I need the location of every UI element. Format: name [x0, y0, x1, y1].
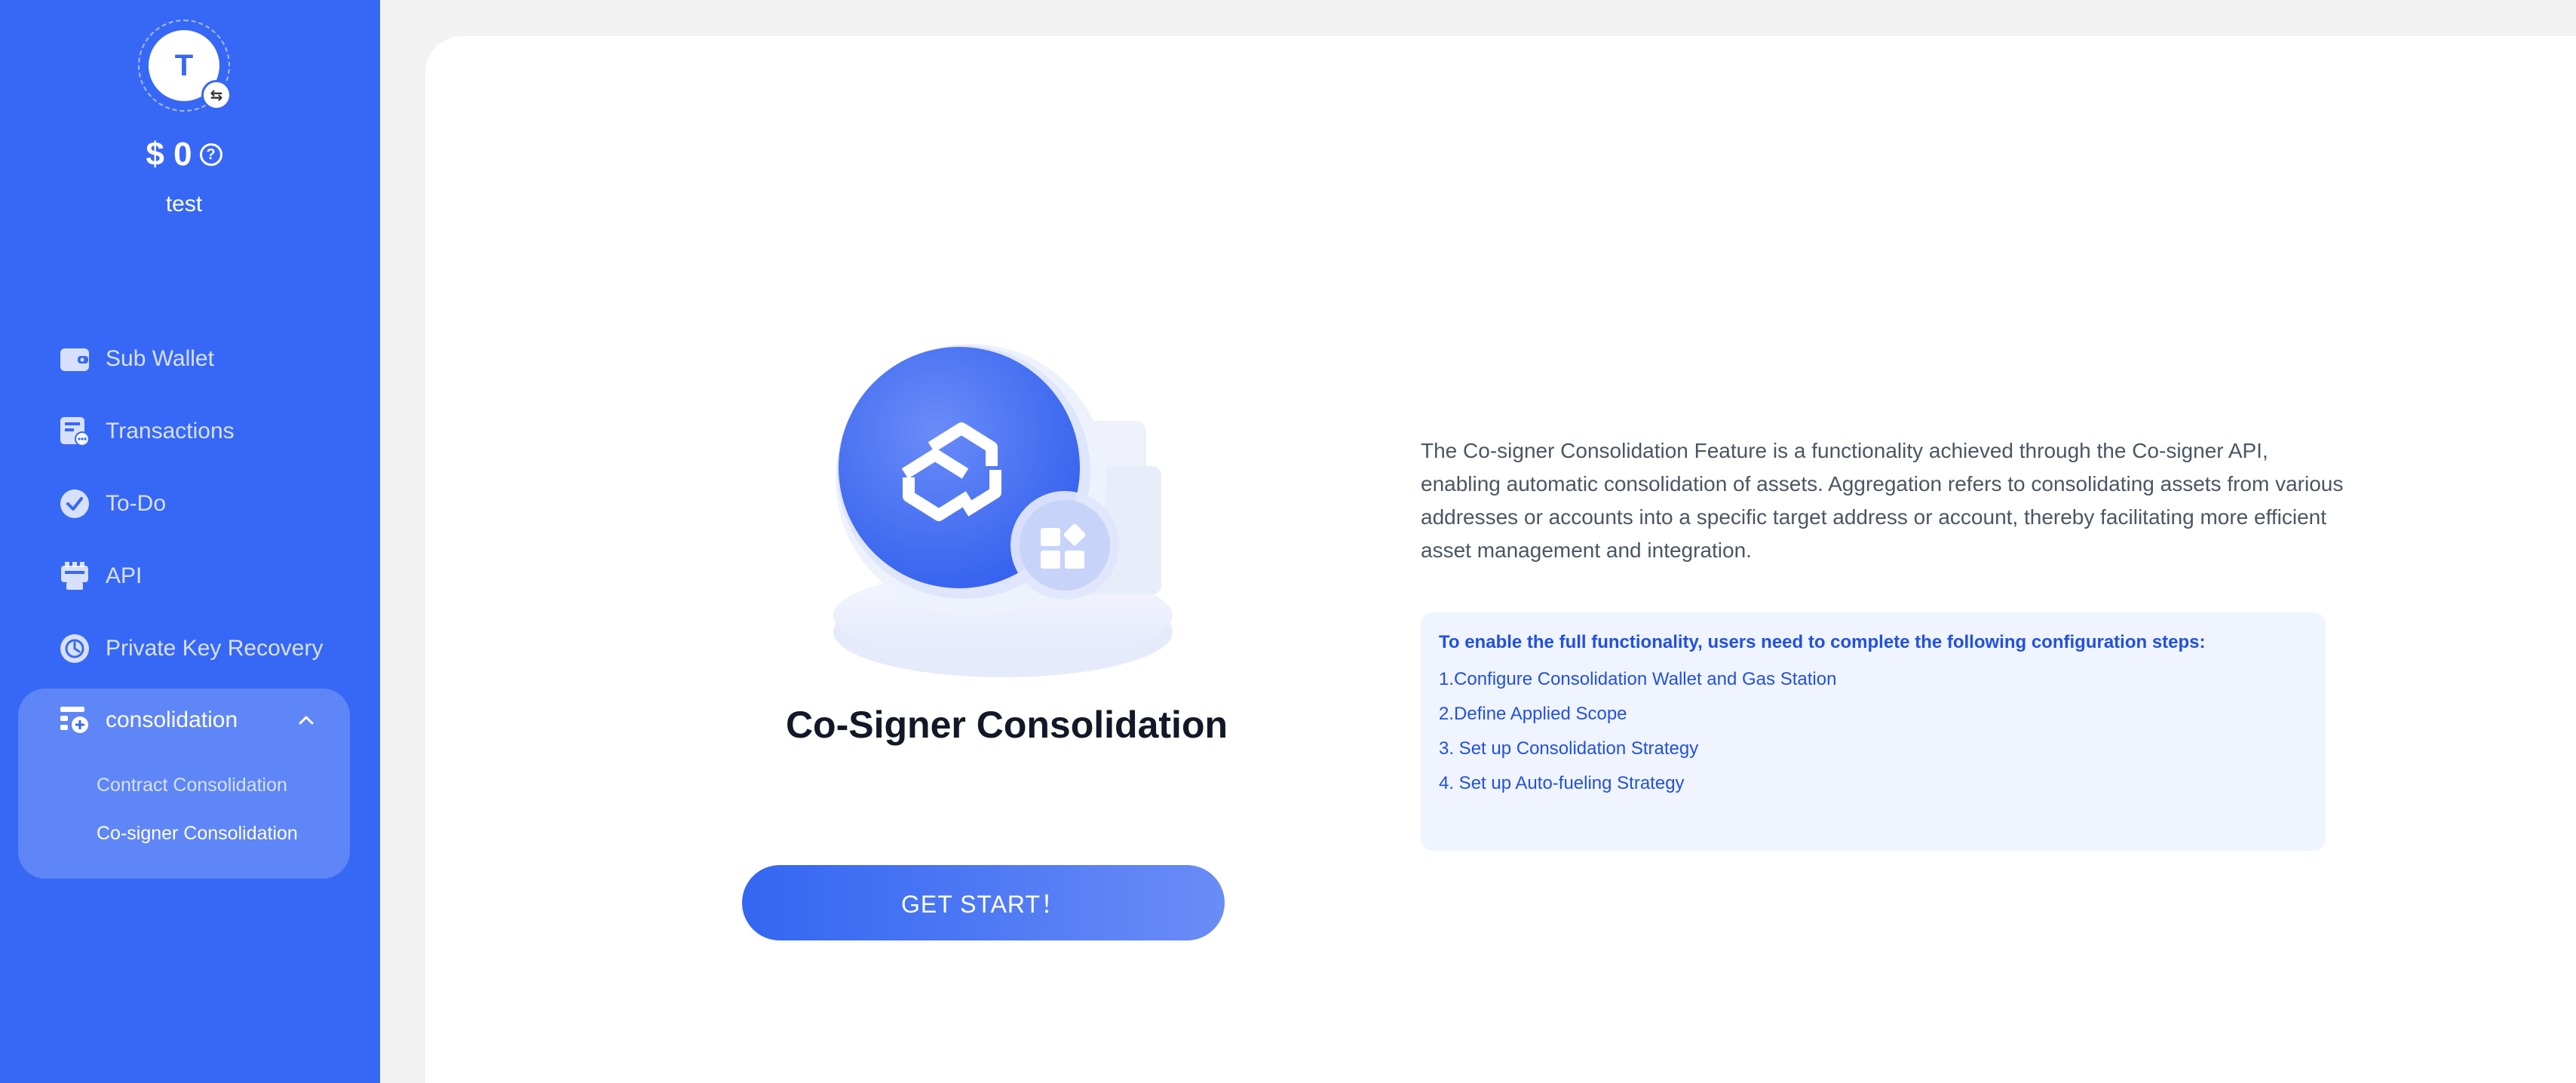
sidebar-item-consolidation[interactable]: consolidation: [59, 699, 238, 741]
page-title: Co-Signer Consolidation: [785, 704, 1228, 746]
sidebar-subitem-contract-consolidation[interactable]: Contract Consolidation: [97, 775, 287, 796]
chevron-up-icon[interactable]: [293, 707, 320, 734]
sidebar-group-consolidation: consolidation Contract Consolidation Co-…: [18, 689, 350, 879]
get-start-button[interactable]: GET START！: [742, 865, 1225, 940]
sidebar-item-sub-wallet[interactable]: Sub Wallet: [59, 338, 214, 380]
sidebar-item-label: Transactions: [106, 419, 235, 443]
sidebar-item-label: To-Do: [106, 491, 167, 516]
key-recovery-icon: [59, 633, 90, 664]
sidebar-item-label: consolidation: [106, 707, 238, 732]
sidebar-subitem-co-signer-consolidation[interactable]: Co-signer Consolidation: [97, 823, 298, 845]
step-item: 3. Set up Consolidation Strategy: [1439, 738, 1699, 759]
sidebar-item-api[interactable]: API: [59, 555, 142, 597]
sidebar-item-private-key-recovery[interactable]: Private Key Recovery: [59, 627, 323, 670]
feature-description: The Co-signer Consolidation Feature is a…: [1421, 439, 2344, 562]
api-icon: [59, 560, 90, 592]
app-root: T ⇆ $ 0 ? test Sub Wallet Transactions T…: [0, 0, 2576, 1083]
avatar-ring[interactable]: T ⇆: [138, 20, 232, 112]
step-item: 1.Configure Consolidation Wallet and Gas…: [1439, 669, 1837, 689]
sidebar-item-label: API: [106, 563, 143, 588]
check-circle-icon: [59, 488, 90, 520]
switch-account-icon[interactable]: ⇆: [201, 80, 232, 110]
sidebar: T ⇆ $ 0 ? test Sub Wallet Transactions T…: [0, 0, 380, 1083]
consolidation-icon: [59, 704, 90, 736]
balance-value: $ 0: [146, 136, 192, 173]
steps-title: To enable the full functionality, users …: [1439, 632, 2206, 652]
sidebar-item-label: Sub Wallet: [106, 346, 214, 371]
consolidation-illustration: [833, 344, 1173, 677]
username: test: [165, 192, 203, 216]
step-item: 4. Set up Auto-fueling Strategy: [1439, 773, 1685, 793]
balance-display: $ 0 ?: [0, 136, 368, 173]
help-icon[interactable]: ?: [199, 143, 222, 166]
sidebar-item-transactions[interactable]: Transactions: [59, 410, 235, 453]
wallet-icon: [59, 343, 90, 375]
transactions-icon: [59, 416, 90, 447]
configuration-steps-box: To enable the full functionality, users …: [1421, 612, 2326, 851]
step-item: 2.Define Applied Scope: [1439, 704, 1627, 724]
sidebar-item-to-do[interactable]: To-Do: [59, 483, 166, 525]
main-panel: Co-Signer Consolidation GET START！ The C…: [425, 36, 2576, 1083]
sidebar-item-label: Private Key Recovery: [106, 636, 324, 661]
